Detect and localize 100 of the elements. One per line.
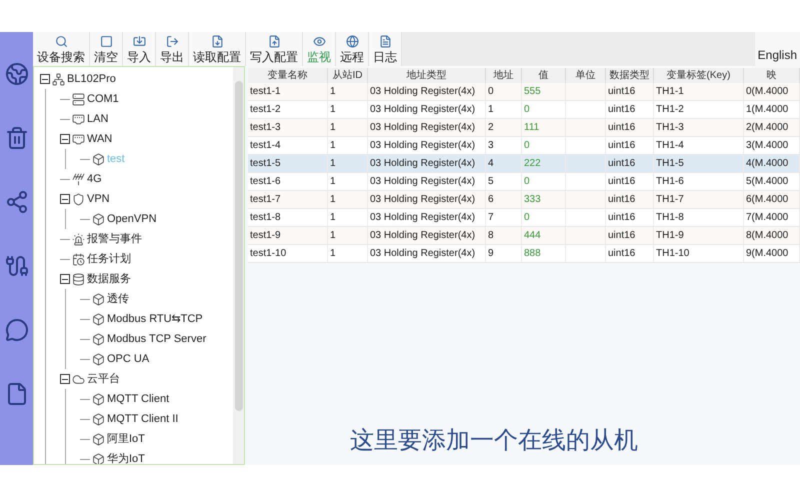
database-icon (72, 272, 85, 286)
table-cell-text: uint16 (608, 121, 636, 135)
table-cell-text: 1 (488, 103, 494, 117)
toolbar-button[interactable]: 写入配置 (246, 32, 303, 66)
export-icon (166, 35, 178, 48)
table-cell-text: TH1-8 (656, 211, 684, 225)
table-cell-text: test1-1 (250, 85, 281, 99)
table-cell-text: 8 (488, 229, 494, 243)
table-cell-text: 0 (524, 211, 530, 225)
table-cell-text: 1 (330, 175, 336, 189)
tree-item[interactable]: MQTT Client (107, 390, 170, 408)
table-cell-text: 03 Holding Register(4x) (370, 247, 476, 261)
toolbar-button[interactable]: 日志 (369, 32, 402, 66)
table-row[interactable]: test1-6 1 03 Holding Register(4x) 5 0 uint16 TH1-6 5(M.4000 (248, 173, 800, 191)
table-cell-text: 1(M.4000 (746, 103, 788, 117)
table-cell-text: 03 Holding Register(4x) (370, 85, 476, 99)
tree-item[interactable]: WAN (87, 130, 112, 148)
table-cell-text: 1 (330, 211, 336, 225)
tree-item[interactable]: OpenVPN (107, 210, 157, 228)
globe-icon (346, 35, 358, 48)
cube-icon (92, 152, 105, 166)
table-cell-text: uint16 (608, 247, 636, 261)
tree-item[interactable]: 报警与事件 (87, 230, 142, 248)
desktop-shortcut-icon[interactable] (4, 126, 28, 150)
tree-item[interactable]: Modbus TCP Server (107, 330, 206, 348)
table-cell-text: TH1-10 (656, 247, 690, 261)
table-cell-text: 7(M.4000 (746, 211, 788, 225)
toolbar-button[interactable]: 远程 (336, 32, 369, 66)
cube-icon (92, 292, 105, 306)
table-cell-text: TH1-1 (656, 85, 684, 99)
table-row[interactable]: test1-9 1 03 Holding Register(4x) 8 444 uint16 TH1-9 8(M.4000 (248, 227, 800, 245)
table-cell-text: test1-8 (250, 211, 281, 225)
table-row[interactable]: test1-3 1 03 Holding Register(4x) 2 111 uint16 TH1-3 2(M.4000 (248, 119, 800, 137)
table-row[interactable]: test1-10 1 03 Holding Register(4x) 9 888 uint16 TH1-10 9(M.4000 (248, 245, 800, 263)
video-subtitle: 这里要添加一个在线的从机 (350, 426, 638, 456)
ethernet-port-icon (72, 132, 85, 146)
search-icon (54, 35, 68, 48)
table-cell-text: 1 (330, 193, 336, 207)
toolbar-button[interactable]: 读取配置 (189, 32, 246, 66)
table-cell-text: 2 (488, 121, 494, 135)
table-cell-text: 9(M.4000 (746, 247, 788, 261)
desktop-shortcut-icon[interactable] (4, 318, 28, 342)
table-cell-text: test1-3 (250, 121, 281, 135)
cube-icon (92, 412, 105, 426)
tree-item[interactable]: Modbus RTU⇆TCP (107, 310, 203, 328)
tree-item[interactable]: 透传 (107, 290, 129, 308)
table-cell-text: 03 Holding Register(4x) (370, 211, 476, 225)
table-cell-text: TH1-4 (656, 139, 684, 153)
tree-item[interactable]: OPC UA (107, 350, 150, 368)
table-row[interactable]: test1-4 1 03 Holding Register(4x) 3 0 uint16 TH1-4 3(M.4000 (248, 137, 800, 155)
collapse-toggle[interactable] (60, 374, 70, 384)
scrollbar[interactable] (233, 67, 244, 464)
file-upload-icon (268, 35, 280, 48)
tree-item[interactable]: 华为IoT (107, 450, 145, 464)
import-icon (132, 35, 146, 48)
table-cell-text: 555 (524, 85, 541, 99)
cube-icon (92, 392, 105, 406)
table-row[interactable]: test1-5 1 03 Holding Register(4x) 4 222 uint16 TH1-5 4(M.4000 (248, 155, 800, 173)
tree-item[interactable]: 数据服务 (87, 270, 131, 288)
language-button[interactable]: English (754, 32, 800, 66)
table-cell-text: 03 Holding Register(4x) (370, 139, 476, 153)
table-cell-text: uint16 (608, 103, 636, 117)
collapse-toggle[interactable] (40, 74, 50, 84)
table-cell-text: 222 (524, 157, 541, 171)
table-row[interactable]: test1-7 1 03 Holding Register(4x) 6 333 uint16 TH1-7 6(M.4000 (248, 191, 800, 209)
toolbar-button[interactable]: 导入 (123, 32, 156, 66)
toolbar-button[interactable]: 导出 (156, 32, 189, 66)
toolbar-button[interactable]: 设备搜索 (33, 32, 90, 66)
collapse-toggle[interactable] (60, 134, 70, 144)
cube-icon (92, 432, 105, 446)
collapse-toggle[interactable] (60, 194, 70, 204)
table-cell-text: 1 (330, 247, 336, 261)
tree-item[interactable]: 任务计划 (87, 250, 131, 268)
tree-item[interactable]: 4G (87, 170, 102, 188)
tree-item[interactable]: VPN (87, 190, 110, 208)
tree-item[interactable]: LAN (87, 110, 108, 128)
tree-item[interactable]: BL102Pro (67, 70, 116, 88)
table-cell-text: TH1-7 (656, 193, 684, 207)
desktop-shortcut-icon[interactable] (4, 254, 28, 278)
table-cell-text: 888 (524, 247, 541, 261)
file-download-icon (210, 35, 224, 48)
toolbar-button[interactable]: 清空 (90, 32, 123, 66)
table-cell-text: uint16 (608, 139, 636, 153)
collapse-toggle[interactable] (60, 274, 70, 284)
document-icon (378, 35, 392, 48)
table-cell-text: 1 (330, 85, 336, 99)
tree-item[interactable]: COM1 (87, 90, 119, 108)
tree-item[interactable]: MQTT Client II (107, 410, 178, 428)
desktop-shortcut-icon[interactable] (4, 190, 28, 214)
table-cell-text: uint16 (608, 229, 636, 243)
table-row[interactable]: test1-1 1 03 Holding Register(4x) 0 555 uint16 TH1-1 0(M.4000 (248, 83, 800, 101)
table-row[interactable]: test1-2 1 03 Holding Register(4x) 1 0 uint16 TH1-2 1(M.4000 (248, 101, 800, 119)
tree-item[interactable]: 阿里IoT (107, 430, 145, 448)
table-cell-text: 0 (524, 139, 530, 153)
table-cell-text: uint16 (608, 157, 636, 171)
tree-item[interactable]: 云平台 (87, 370, 120, 388)
desktop-shortcut-icon[interactable] (4, 62, 28, 86)
table-cell-text: test1-2 (250, 103, 281, 117)
cube-icon (92, 332, 105, 346)
table-row[interactable]: test1-8 1 03 Holding Register(4x) 7 0 uint16 TH1-8 7(M.4000 (248, 209, 800, 227)
